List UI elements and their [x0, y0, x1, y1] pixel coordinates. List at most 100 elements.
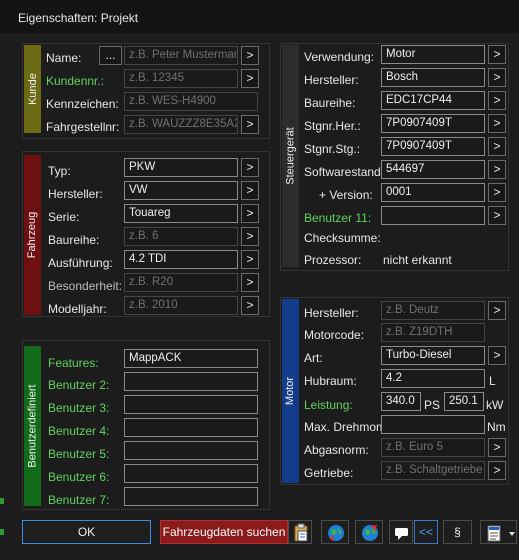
version-label: + Version: [319, 188, 373, 202]
stgnr-stg-field[interactable]: 7P0907409T [381, 137, 485, 156]
stg-hersteller-arrow-button[interactable]: > [488, 68, 506, 87]
leistung-ps-field[interactable]: 340.0 [381, 392, 421, 411]
abgasnorm-field[interactable]: z.B. Euro 5 [381, 438, 485, 457]
stgnr-stg-arrow-button[interactable]: > [488, 137, 506, 156]
typ-arrow-button[interactable]: > [241, 158, 259, 177]
abgasnorm-arrow-button[interactable]: > [488, 438, 506, 457]
fahrgestellnr-label: Fahrgestellnr: [46, 120, 120, 134]
globe-back-button[interactable] [321, 520, 349, 544]
motor-hersteller-field[interactable]: z.B. Deutz [381, 301, 485, 320]
hubraum-unit: L [489, 374, 496, 388]
collapse-button[interactable]: << [414, 520, 438, 544]
name-field[interactable]: z.B. Peter Mustermann [124, 46, 238, 65]
motor-band-label: Motor [284, 376, 297, 406]
fahrzeug-band-label: Fahrzeug [26, 211, 39, 259]
serie-label: Serie: [48, 210, 80, 224]
fahrgestellnr-arrow-button[interactable]: > [241, 115, 259, 134]
benutzer11-arrow-button[interactable]: > [488, 206, 506, 225]
fz-baureihe-label: Baureihe: [48, 233, 100, 247]
prozessor-label: Prozessor: [304, 253, 362, 267]
globe-forward-icon [362, 525, 378, 541]
leistung-kw-unit: kW [486, 398, 504, 412]
features-field[interactable]: MappACK [124, 349, 258, 368]
version-field[interactable]: 0001 [381, 183, 485, 202]
ausfuehrung-arrow-button[interactable]: > [241, 250, 259, 269]
name-arrow-button[interactable]: > [241, 46, 259, 65]
speech-bubble-icon [395, 528, 408, 540]
art-field[interactable]: Turbo-Diesel [381, 346, 485, 365]
besonderheit-field[interactable]: z.B. R20 [124, 273, 238, 292]
kundennr-label[interactable]: Kundennr.: [46, 74, 104, 88]
benutzer2-field[interactable] [124, 372, 258, 391]
benutzer7-field[interactable] [124, 487, 258, 506]
fahrgestellnr-field[interactable]: z.B. WAUZZZ8E35A235 [124, 115, 238, 134]
typ-field[interactable]: PKW [124, 158, 238, 177]
hubraum-label: Hubraum: [304, 374, 357, 388]
serie-arrow-button[interactable]: > [241, 204, 259, 223]
verwendung-arrow-button[interactable]: > [488, 45, 506, 64]
kundennr-arrow-button[interactable]: > [241, 69, 259, 88]
fz-baureihe-arrow-button[interactable]: > [241, 227, 259, 246]
stg-baureihe-arrow-button[interactable]: > [488, 91, 506, 110]
motorcode-field[interactable]: z.B. Z19DTH [381, 323, 485, 342]
hubraum-field[interactable]: 4.2 [381, 369, 485, 388]
drehmoment-field[interactable] [381, 415, 485, 434]
benutzer6-label[interactable]: Benutzer 6: [48, 470, 109, 484]
benutzer11-label[interactable]: Benutzer 11: [304, 211, 371, 225]
benutzer3-field[interactable] [124, 395, 258, 414]
features-label[interactable]: Features: [48, 356, 99, 370]
kundennr-field[interactable]: z.B. 12345 [124, 69, 238, 88]
ok-button[interactable]: OK [22, 520, 151, 544]
modelljahr-arrow-button[interactable]: > [241, 296, 259, 315]
paragraph-button[interactable]: § [443, 520, 472, 544]
steuergeraet-band-label: Steuergerät [284, 127, 297, 185]
fz-hersteller-field[interactable]: VW [124, 181, 238, 200]
benutzer3-label[interactable]: Benutzer 3: [48, 401, 109, 415]
kennzeichen-field[interactable]: z.B. WES-H4900 [124, 92, 258, 111]
benutzer6-field[interactable] [124, 464, 258, 483]
document-menu-button[interactable] [480, 520, 517, 544]
fahrzeugdaten-suchen-button[interactable]: Fahrzeugdaten suchen [160, 520, 288, 544]
benutzer4-label[interactable]: Benutzer 4: [48, 424, 109, 438]
clipboard-button[interactable] [288, 520, 312, 544]
getriebe-arrow-button[interactable]: > [488, 461, 506, 480]
serie-field[interactable]: Touareg [124, 204, 238, 223]
stg-baureihe-field[interactable]: EDC17CP44 [381, 91, 485, 110]
motor-hersteller-label: Hersteller: [304, 306, 359, 320]
fz-hersteller-arrow-button[interactable]: > [241, 181, 259, 200]
getriebe-field[interactable]: z.B. Schaltgetriebe [381, 461, 485, 480]
softwarestand-field[interactable]: 544697 [381, 160, 485, 179]
left-edge-accent [0, 498, 4, 504]
left-edge-accent [0, 529, 4, 535]
name-picker-button[interactable]: ... [99, 46, 122, 65]
softwarestand-arrow-button[interactable]: > [488, 160, 506, 179]
benutzerdefiniert-band: Benutzerdefiniert [24, 346, 41, 506]
benutzer4-field[interactable] [124, 418, 258, 437]
fz-baureihe-field[interactable]: z.B. 6 [124, 227, 238, 246]
globe-forward-button[interactable] [355, 520, 383, 544]
benutzer5-label[interactable]: Benutzer 5: [48, 447, 109, 461]
benutzer7-label[interactable]: Benutzer 7: [48, 493, 109, 507]
stgnr-her-field[interactable]: 7P0907409T [381, 114, 485, 133]
modelljahr-field[interactable]: z.B. 2010 [124, 296, 238, 315]
verwendung-field[interactable]: Motor [381, 45, 485, 64]
ausfuehrung-field[interactable]: 4.2 TDI [124, 250, 238, 269]
besonderheit-label: Besonderheit: [48, 279, 123, 293]
benutzer2-label[interactable]: Benutzer 2: [48, 378, 109, 392]
verwendung-label: Verwendung: [304, 50, 375, 64]
motor-hersteller-arrow-button[interactable]: > [488, 301, 506, 320]
leistung-kw-field[interactable]: 250.1 [444, 392, 484, 411]
stg-hersteller-label: Hersteller: [304, 73, 359, 87]
art-arrow-button[interactable]: > [488, 346, 506, 365]
typ-label: Typ: [48, 164, 71, 178]
benutzer11-field[interactable] [381, 206, 485, 225]
properties-window: Eigenschaften: Projekt Kunde Name: ... z… [0, 0, 519, 560]
comment-button[interactable] [389, 520, 413, 544]
besonderheit-arrow-button[interactable]: > [241, 273, 259, 292]
version-arrow-button[interactable]: > [488, 183, 506, 202]
stgnr-her-arrow-button[interactable]: > [488, 114, 506, 133]
stg-hersteller-field[interactable]: Bosch [381, 68, 485, 87]
benutzer5-field[interactable] [124, 441, 258, 460]
leistung-label[interactable]: Leistung: [304, 398, 353, 412]
clipboard-icon [294, 523, 308, 542]
